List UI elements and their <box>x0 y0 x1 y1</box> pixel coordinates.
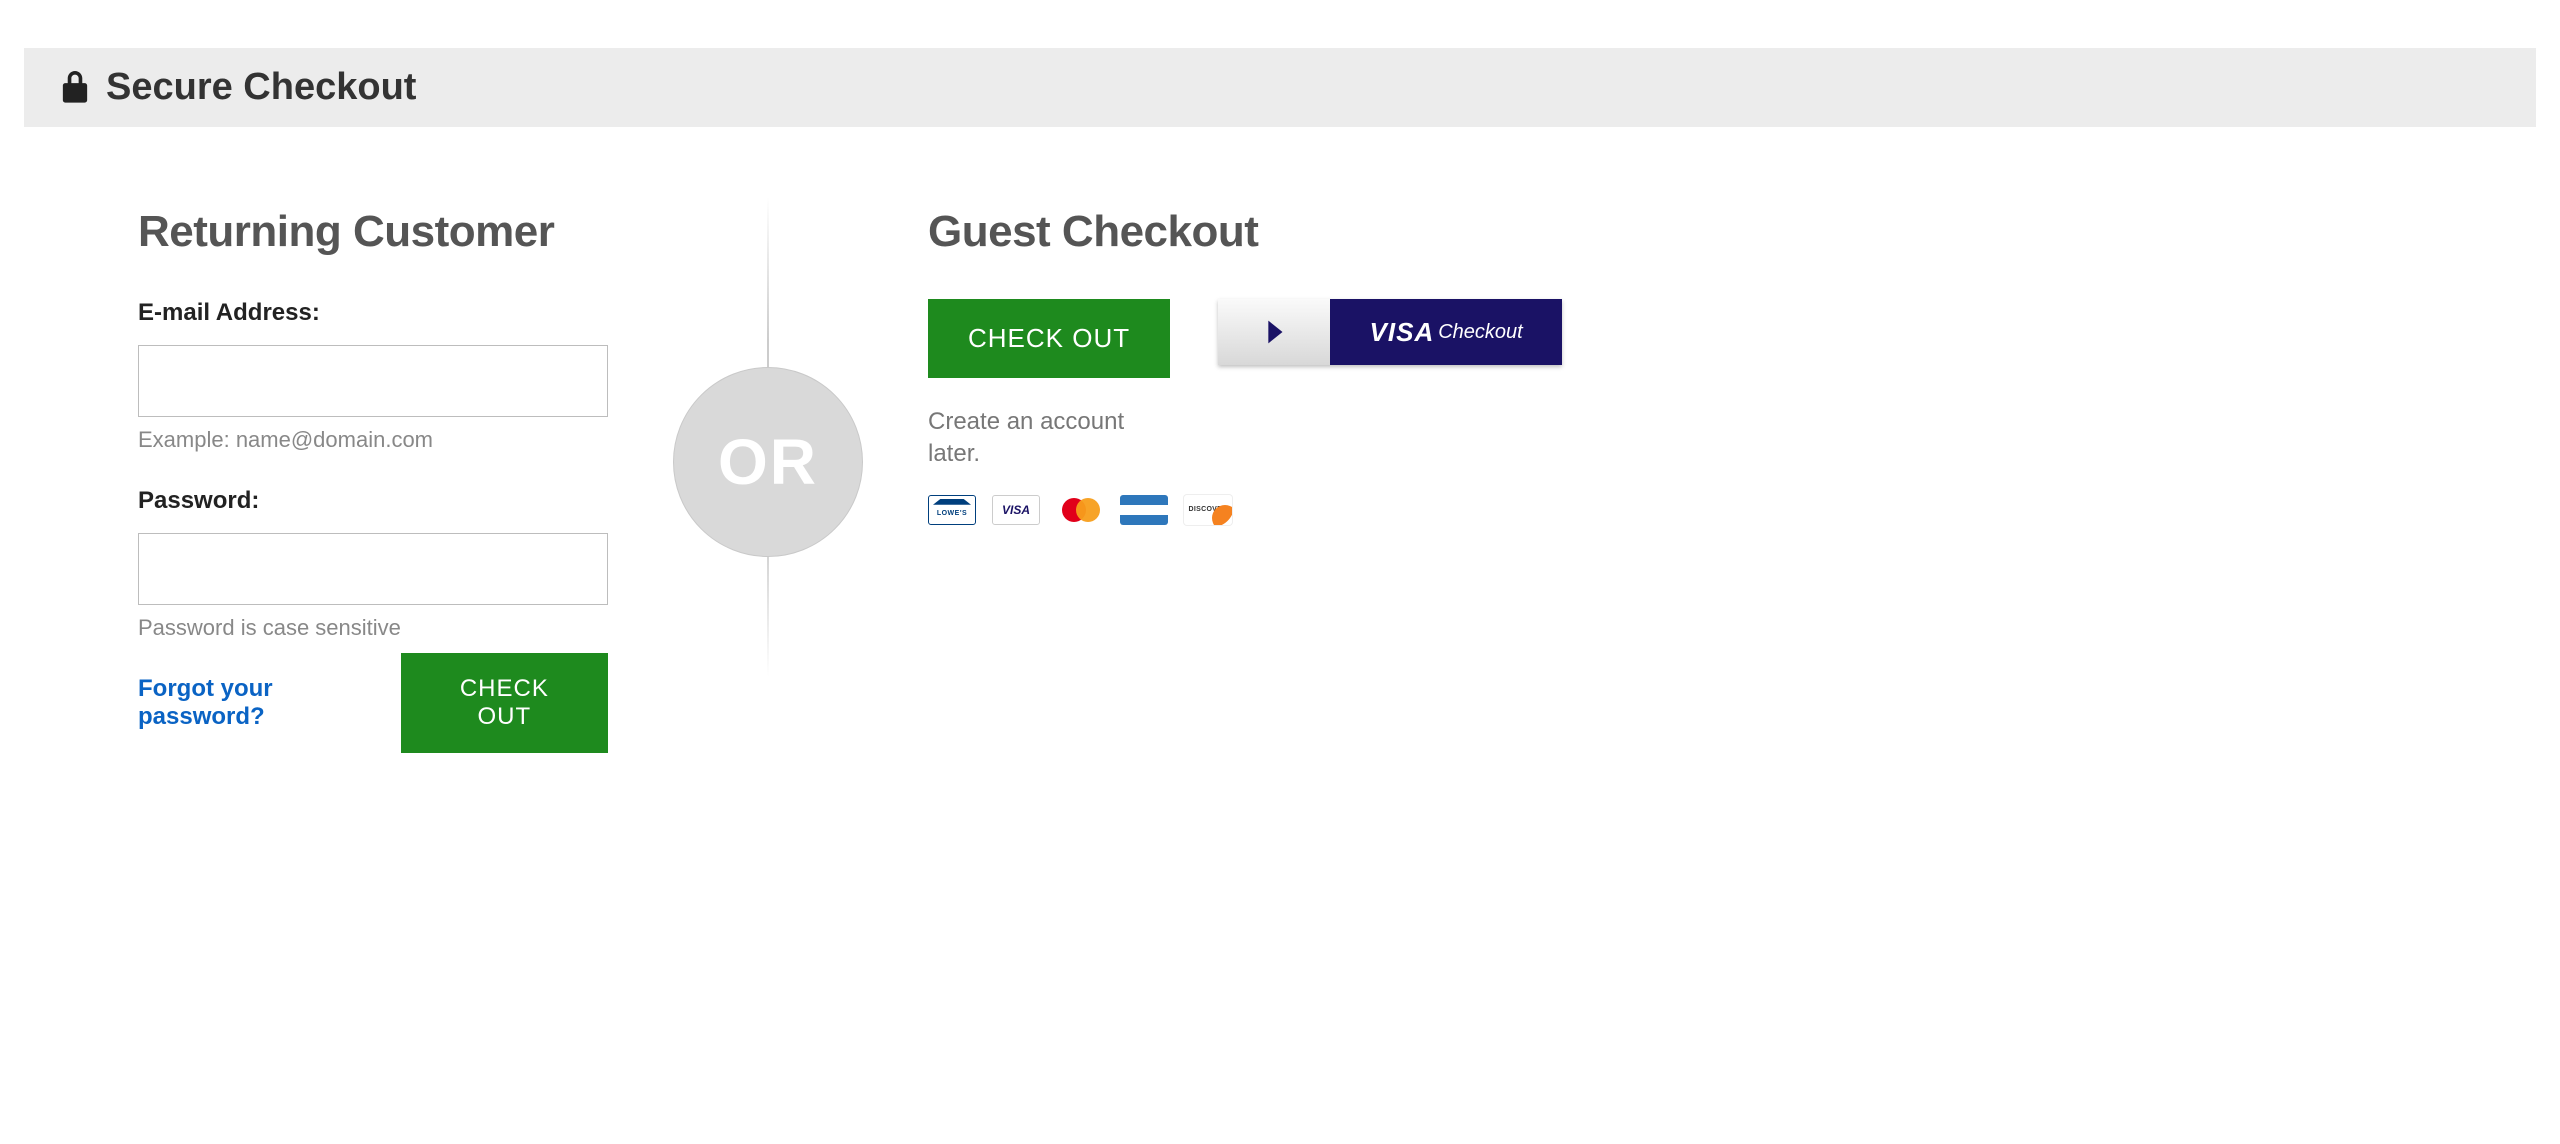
lock-icon <box>60 71 90 105</box>
password-hint: Password is case sensitive <box>138 615 608 641</box>
discover-card-icon: DISCOVER <box>1184 495 1232 525</box>
lowes-card-icon: LOWE'S <box>928 495 976 525</box>
visa-checkout-label: VISA Checkout <box>1330 299 1562 365</box>
or-label: OR <box>718 425 818 499</box>
accepted-cards-row: LOWE'S VISA DISCOVER <box>928 495 1688 525</box>
email-input[interactable] <box>138 345 608 417</box>
guest-checkout-title: Guest Checkout <box>928 207 1688 257</box>
page-title: Secure Checkout <box>106 66 416 109</box>
mastercard-icon <box>1056 495 1104 525</box>
password-label: Password: <box>138 487 608 515</box>
chevron-right-icon <box>1218 299 1330 365</box>
guest-checkout-section: Guest Checkout CHECK OUT VISA Checkout C… <box>928 207 1688 753</box>
visa-checkout-word: Checkout <box>1438 321 1523 344</box>
guest-checkout-button[interactable]: CHECK OUT <box>928 299 1170 378</box>
visa-card-icon: VISA <box>992 495 1040 525</box>
returning-checkout-button[interactable]: CHECK OUT <box>401 653 608 753</box>
checkout-options: Returning Customer E-mail Address: Examp… <box>0 207 2560 753</box>
or-circle: OR <box>673 367 863 557</box>
returning-customer-section: Returning Customer E-mail Address: Examp… <box>138 207 608 753</box>
forgot-password-link[interactable]: Forgot your password? <box>138 675 401 731</box>
visa-brand-word: VISA <box>1370 317 1435 348</box>
visa-checkout-button[interactable]: VISA Checkout <box>1218 299 1562 365</box>
amex-card-icon <box>1120 495 1168 525</box>
create-account-later-note: Create an account later. <box>928 406 1148 471</box>
email-hint: Example: name@domain.com <box>138 427 608 453</box>
returning-customer-title: Returning Customer <box>138 207 608 257</box>
or-divider: OR <box>608 207 928 753</box>
password-input[interactable] <box>138 533 608 605</box>
email-label: E-mail Address: <box>138 299 608 327</box>
secure-checkout-header: Secure Checkout <box>24 48 2536 127</box>
